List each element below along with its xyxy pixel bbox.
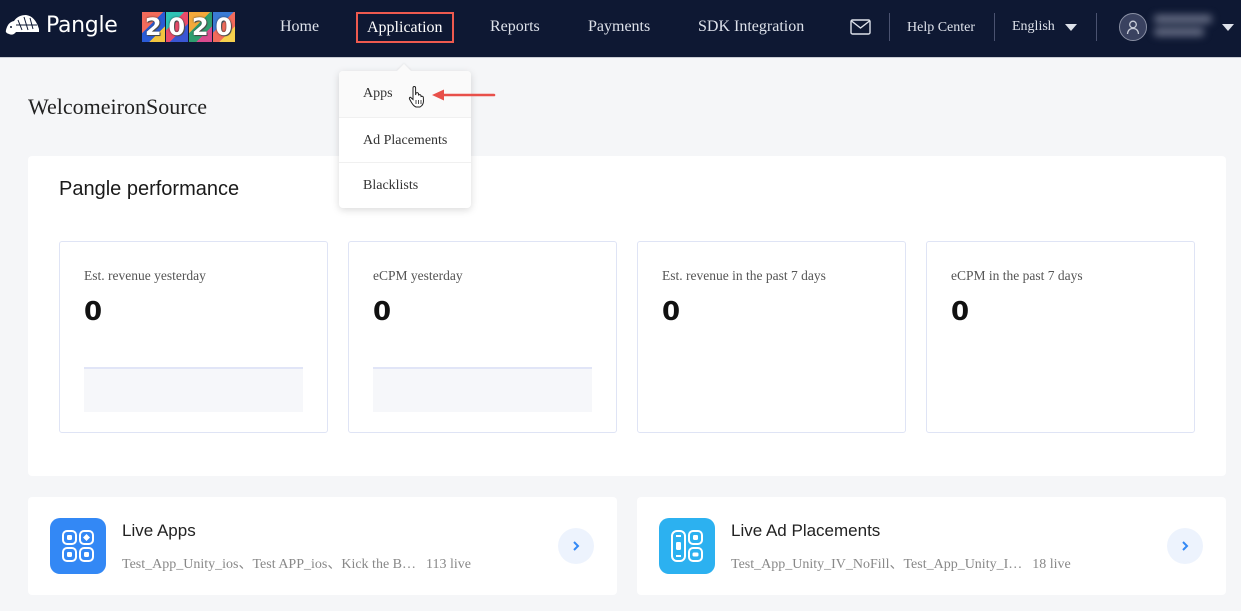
- metric-value: 0: [84, 297, 103, 327]
- chevron-right-icon: [1182, 541, 1189, 551]
- language-label: English: [1012, 19, 1055, 34]
- metric-label: eCPM yesterday: [373, 268, 463, 283]
- nav-home[interactable]: Home: [280, 0, 319, 54]
- live-apps-summary: Test_App_Unity_ios、Test APP_ios、Kick the…: [122, 553, 471, 573]
- metric-card-revenue-yesterday: Est. revenue yesterday 0: [59, 241, 328, 433]
- live-apps-go-button[interactable]: [558, 528, 594, 564]
- divider: [994, 13, 995, 41]
- pangle-logo[interactable]: Pangle: [4, 12, 118, 38]
- brand-name: Pangle: [46, 12, 118, 38]
- badge-digit: 0: [165, 12, 188, 42]
- live-placements-count: 18 live: [1032, 557, 1071, 572]
- caret-down-icon[interactable]: [1222, 24, 1234, 31]
- annotation-arrow-icon: [432, 89, 496, 101]
- nav-payments[interactable]: Payments: [588, 0, 650, 54]
- live-ad-placements-card[interactable]: Live Ad Placements Test_App_Unity_IV_NoF…: [637, 497, 1226, 595]
- ad-placements-icon: [659, 518, 715, 574]
- chevron-right-icon: [573, 541, 580, 551]
- metric-card-ecpm-yesterday: eCPM yesterday 0: [348, 241, 617, 433]
- live-apps-count: 113 live: [426, 557, 471, 572]
- metric-value: 0: [662, 297, 681, 327]
- nav-application[interactable]: Application: [356, 12, 454, 43]
- live-placements-go-button[interactable]: [1167, 528, 1203, 564]
- nav-sdk-integration[interactable]: SDK Integration: [698, 0, 804, 54]
- caret-down-icon: [1064, 23, 1077, 31]
- live-placements-summary: Test_App_Unity_IV_NoFill、Test_App_Unity_…: [731, 553, 1071, 573]
- help-center-link[interactable]: Help Center: [907, 0, 975, 56]
- performance-panel: Pangle performance Est. revenue yesterda…: [28, 156, 1226, 476]
- live-apps-title: Live Apps: [122, 521, 196, 540]
- badge-digit: 2: [142, 12, 165, 42]
- metric-sparkline: [84, 367, 303, 412]
- language-selector[interactable]: English: [1012, 0, 1077, 54]
- welcome-heading: WelcomeironSource: [28, 94, 208, 119]
- badge-digit: 0: [212, 12, 235, 42]
- badge-digit: 2: [189, 12, 212, 42]
- metric-label: Est. revenue yesterday: [84, 268, 206, 283]
- menu-item-ad-placements[interactable]: Ad Placements: [339, 116, 471, 163]
- top-navbar: Pangle 2 0 2 0 Home Application Reports …: [0, 0, 1241, 58]
- menu-item-blacklists[interactable]: Blacklists: [339, 162, 471, 208]
- live-apps-card[interactable]: Live Apps Test_App_Unity_ios、Test APP_io…: [28, 497, 617, 595]
- user-icon: [1126, 20, 1140, 35]
- pangolin-icon: [5, 15, 40, 35]
- divider: [889, 13, 890, 41]
- hand-pointer-icon: [408, 86, 425, 108]
- performance-title: Pangle performance: [59, 178, 240, 200]
- live-placements-title: Live Ad Placements: [731, 521, 881, 540]
- metric-card-ecpm-7-days: eCPM in the past 7 days 0: [926, 241, 1195, 433]
- account-name-redacted[interactable]: [1154, 10, 1216, 46]
- divider: [1096, 13, 1097, 41]
- live-apps-list: Test_App_Unity_ios、Test APP_ios、Kick the…: [122, 557, 416, 572]
- metric-value: 0: [373, 297, 392, 327]
- metric-label: eCPM in the past 7 days: [951, 268, 1083, 283]
- anniversary-badge: 2 0 2 0: [142, 12, 235, 42]
- mail-icon[interactable]: [850, 19, 871, 35]
- metric-label: Est. revenue in the past 7 days: [662, 268, 826, 283]
- metric-card-revenue-7-days: Est. revenue in the past 7 days 0: [637, 241, 906, 433]
- metric-sparkline: [373, 367, 592, 412]
- live-placements-list: Test_App_Unity_IV_NoFill、Test_App_Unity_…: [731, 557, 1023, 572]
- metric-value: 0: [951, 297, 970, 327]
- apps-grid-icon: [50, 518, 106, 574]
- avatar[interactable]: [1119, 13, 1147, 41]
- nav-reports[interactable]: Reports: [490, 0, 540, 54]
